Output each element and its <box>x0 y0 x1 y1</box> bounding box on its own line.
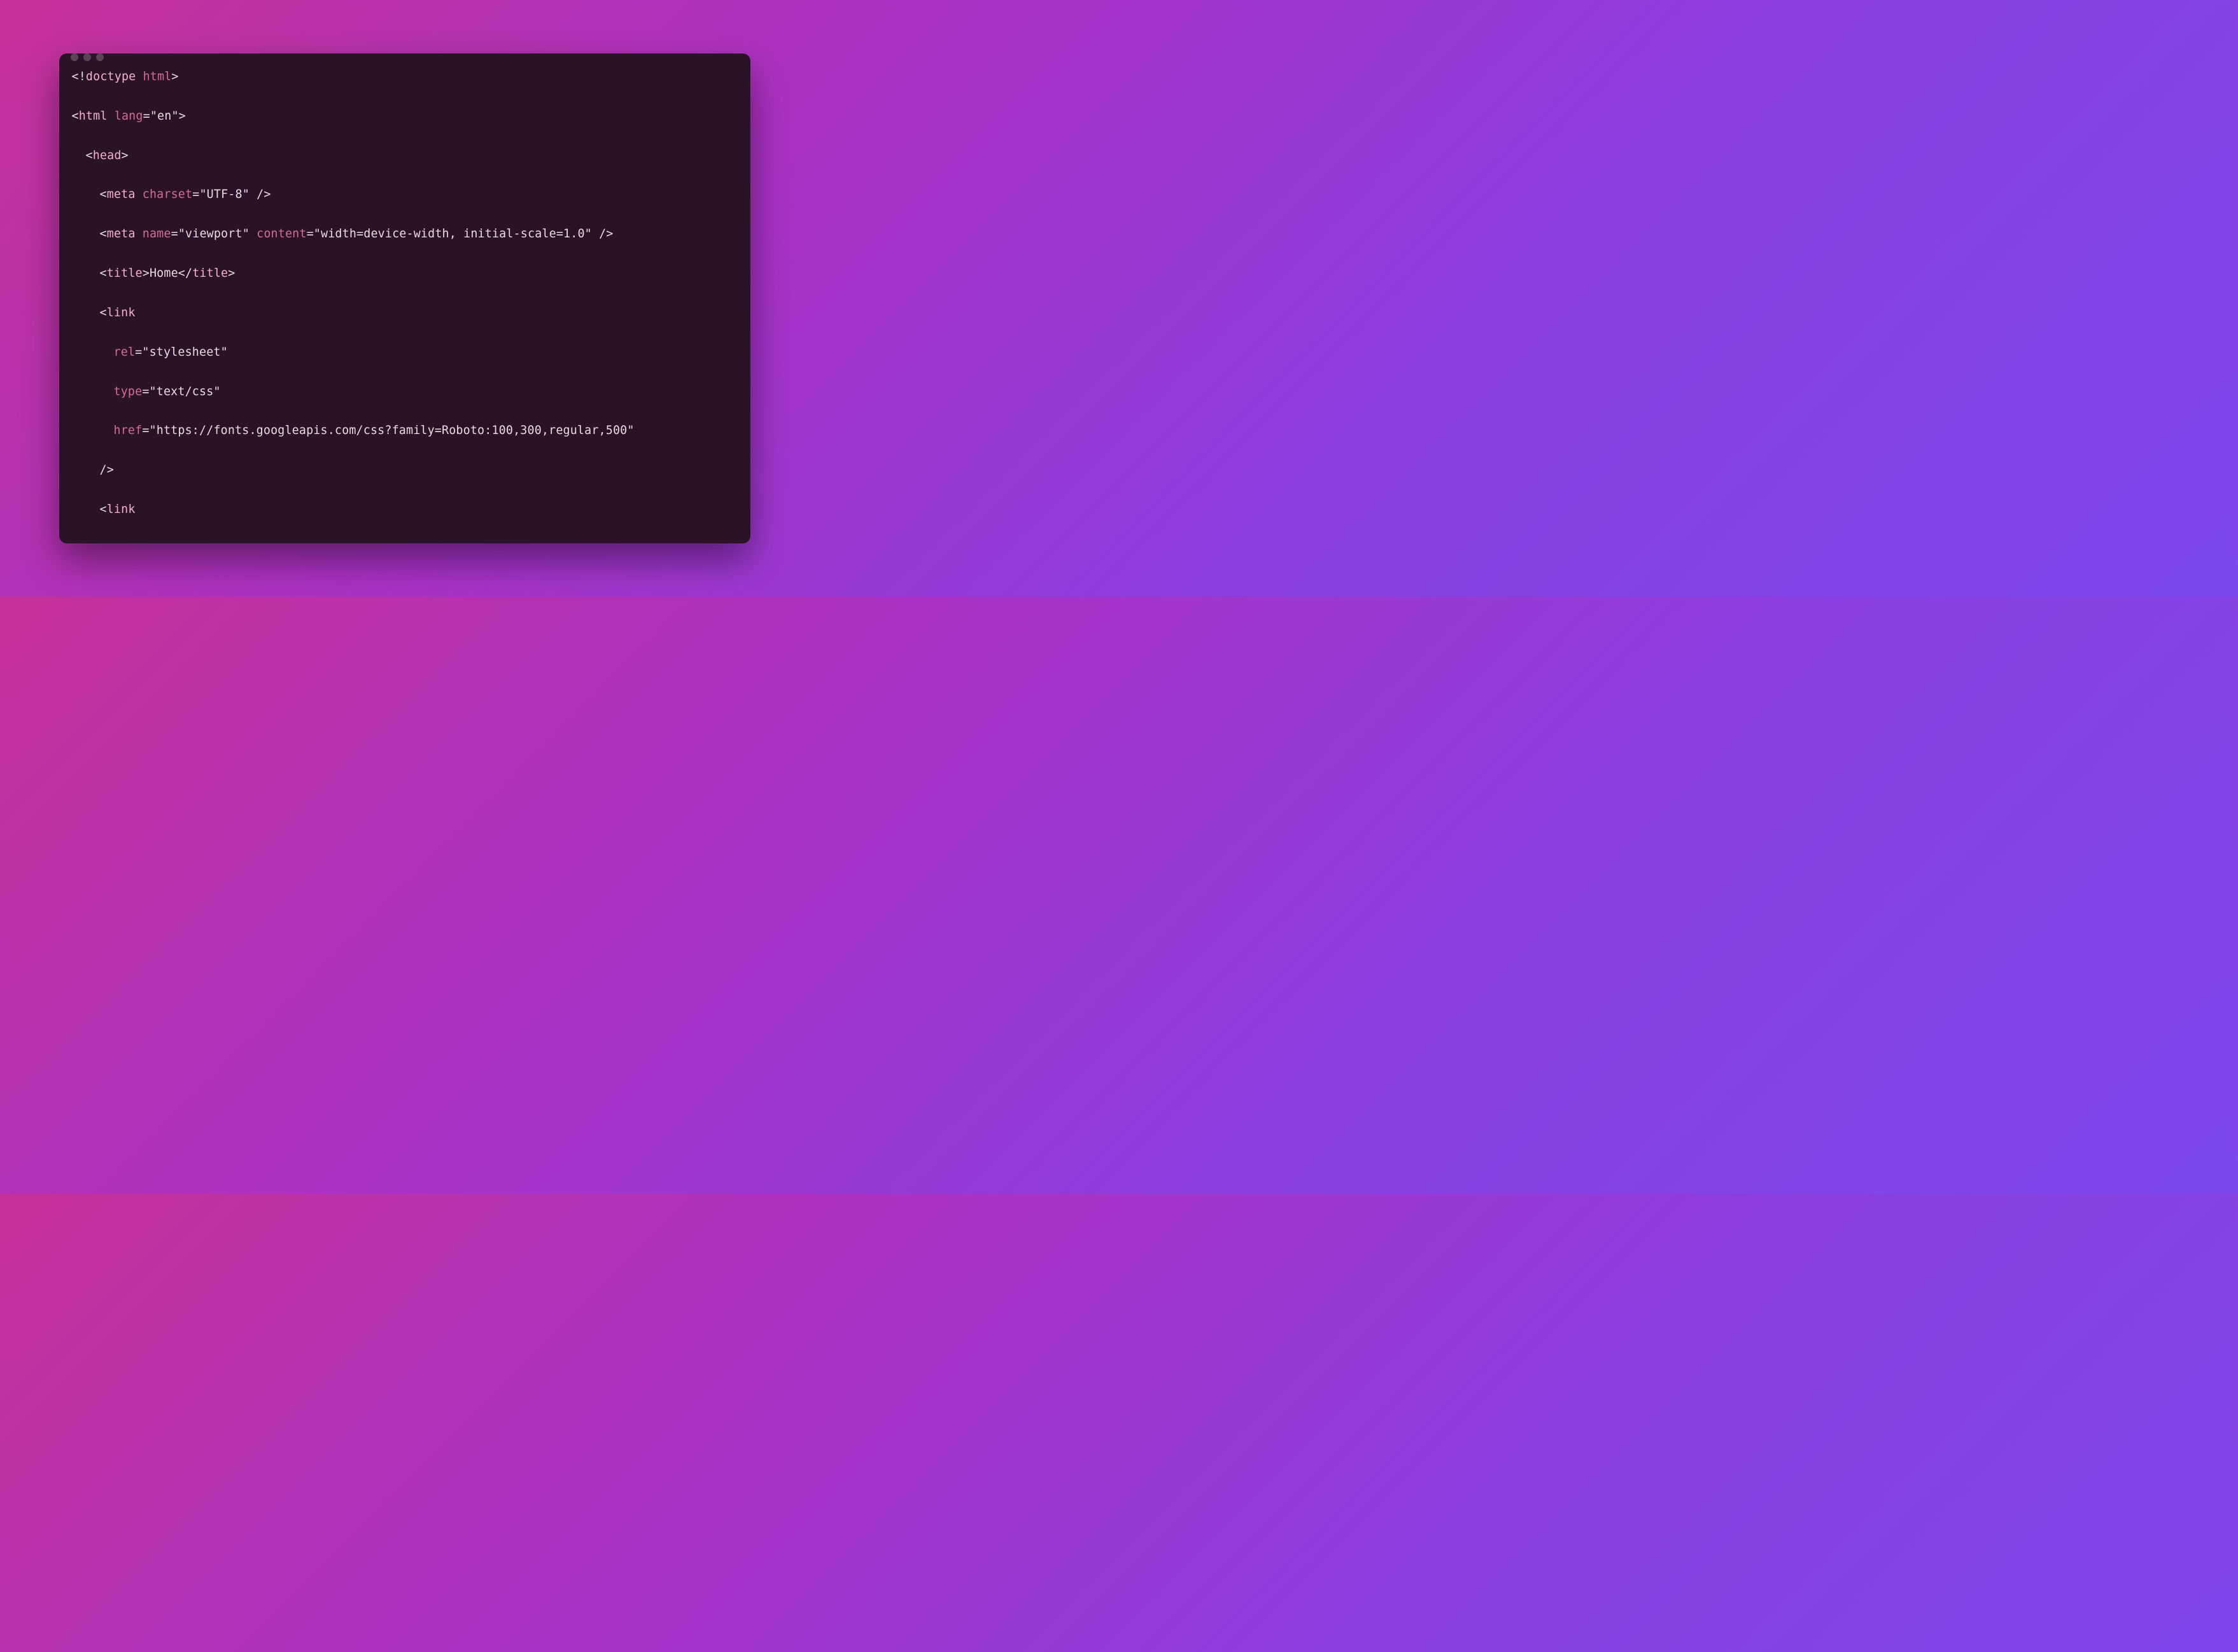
code-line: /> <box>72 461 738 480</box>
code-line: <title>Home</title> <box>72 264 738 284</box>
code-token <box>108 109 115 123</box>
code-editor-content[interactable]: <!doctype html> <html lang="en"> <head> … <box>59 61 750 543</box>
code-token: " <box>171 109 178 123</box>
code-token: < <box>72 109 79 123</box>
code-line: <html lang="en"> <box>72 107 738 127</box>
code-token: type <box>114 385 143 398</box>
code-token: name <box>143 227 171 241</box>
code-token: title <box>107 267 143 280</box>
code-token: title <box>192 267 228 280</box>
code-token: > <box>143 267 150 280</box>
code-token: " <box>585 227 592 241</box>
code-token: " <box>150 109 157 123</box>
code-token: content <box>257 227 306 241</box>
code-line: rel="stylesheet" <box>72 343 738 363</box>
code-token: </ <box>178 267 192 280</box>
code-line: <link <box>72 500 738 520</box>
code-token: < <box>100 227 107 241</box>
code-token: viewport <box>185 227 243 241</box>
code-token: width=device-width, initial-scale=1.0 <box>321 227 585 241</box>
code-token <box>136 227 143 241</box>
code-token: < <box>86 149 93 162</box>
code-token: html <box>79 109 108 123</box>
code-token: html <box>143 70 172 83</box>
code-token: = <box>143 109 150 123</box>
code-line: <head> <box>72 146 738 166</box>
traffic-light-minimize-icon[interactable] <box>83 53 91 61</box>
code-token: " <box>221 346 228 359</box>
code-token: charset <box>143 188 192 201</box>
code-token: < <box>100 306 107 319</box>
code-line: rel="stylesheet" <box>72 540 738 543</box>
code-token: rel <box>114 346 136 359</box>
code-token: = <box>135 542 142 543</box>
code-token: href <box>114 424 143 437</box>
traffic-light-zoom-icon[interactable] <box>96 53 104 61</box>
code-token: meta <box>107 188 136 201</box>
editor-window: <!doctype html> <html lang="en"> <head> … <box>59 53 750 543</box>
code-token: doctype <box>86 70 136 83</box>
code-token: /> <box>250 188 271 201</box>
code-token: = <box>142 424 149 437</box>
code-token: Home <box>150 267 178 280</box>
code-token: " <box>213 385 220 398</box>
code-token: > <box>228 267 235 280</box>
code-token: stylesheet <box>150 542 221 543</box>
code-token: stylesheet <box>150 346 221 359</box>
code-token: = <box>142 385 149 398</box>
traffic-light-close-icon[interactable] <box>71 53 78 61</box>
code-token: head <box>93 149 122 162</box>
code-token <box>136 70 143 83</box>
code-token: < <box>100 503 107 516</box>
code-token: = <box>307 227 314 241</box>
code-token: " <box>243 227 250 241</box>
code-token: <! <box>72 70 86 83</box>
code-token: < <box>100 188 107 201</box>
code-token: = <box>135 346 142 359</box>
code-token: " <box>199 188 206 201</box>
code-token: https://fonts.googleapis.com/css?family=… <box>157 424 628 437</box>
code-token: = <box>192 188 199 201</box>
code-line: type="text/css" <box>72 382 738 402</box>
code-token: /> <box>592 227 614 241</box>
code-token: = <box>171 227 178 241</box>
code-token: text/css <box>157 385 214 398</box>
code-token: meta <box>107 227 136 241</box>
code-line: href="https://fonts.googleapis.com/css?f… <box>72 421 738 441</box>
code-token: " <box>627 424 634 437</box>
code-line: <meta name="viewport" content="width=dev… <box>72 225 738 244</box>
code-token: " <box>150 424 157 437</box>
window-titlebar <box>59 53 750 61</box>
code-token: " <box>243 188 250 201</box>
code-token: lang <box>115 109 143 123</box>
code-line: <meta charset="UTF-8" /> <box>72 185 738 205</box>
code-token: > <box>171 70 178 83</box>
code-token: link <box>107 503 136 516</box>
code-token: " <box>314 227 321 241</box>
code-token: " <box>221 542 228 543</box>
code-token: " <box>150 385 157 398</box>
code-token: rel <box>114 542 136 543</box>
code-token: " <box>142 346 149 359</box>
code-token: > <box>179 109 186 123</box>
code-line: <link <box>72 304 738 323</box>
code-token: > <box>122 149 129 162</box>
code-token: " <box>178 227 185 241</box>
code-token: link <box>107 306 136 319</box>
code-token: /> <box>100 463 114 477</box>
code-token: en <box>157 109 171 123</box>
code-line: <!doctype html> <box>72 67 738 87</box>
code-token: UTF-8 <box>207 188 243 201</box>
code-token: " <box>142 542 149 543</box>
code-token <box>136 188 143 201</box>
code-token: < <box>100 267 107 280</box>
code-token <box>250 227 257 241</box>
